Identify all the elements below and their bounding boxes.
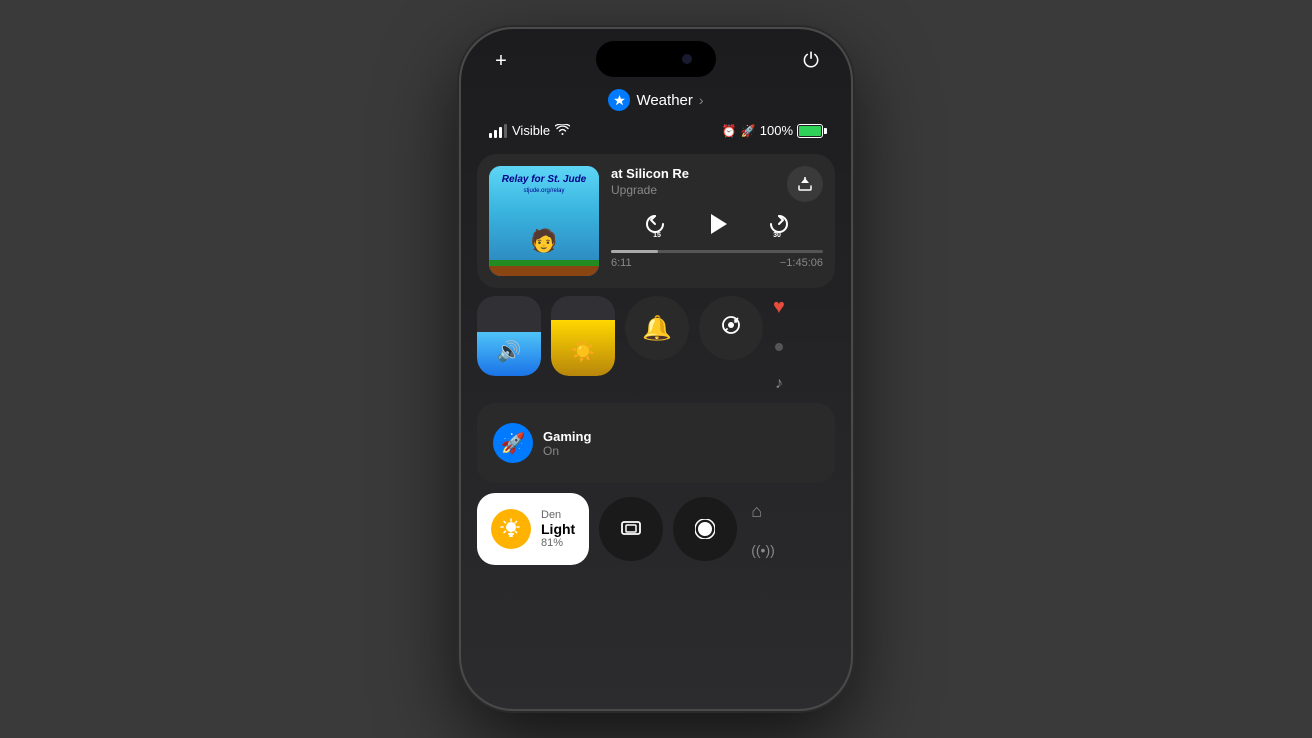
heart-button[interactable]: ♥ xyxy=(773,296,785,319)
light-icon xyxy=(491,509,531,549)
volume-icon: 🔊 xyxy=(497,339,522,364)
skip-forward-label: 30 xyxy=(773,232,781,239)
screen-record-button[interactable] xyxy=(673,497,737,561)
side-controls: ♥ ♪ xyxy=(773,296,785,393)
add-button[interactable]: + xyxy=(485,45,517,77)
gaming-text: Gaming On xyxy=(543,429,591,458)
podcast-episode-title: at Silicon Re xyxy=(611,166,689,181)
status-left: Visible xyxy=(489,123,570,138)
light-text: Den Light 81% xyxy=(541,509,575,549)
status-right: ⏰ 🚀 100% xyxy=(722,123,823,138)
phone-frame: + ⏻ Weather › xyxy=(461,29,851,709)
podcast-artwork: Relay for St. Jude stjude.org/relay 🧑 xyxy=(489,166,599,276)
power-button[interactable]: ⏻ xyxy=(795,45,827,77)
light-percent: 81% xyxy=(541,537,575,549)
silent-mode-button[interactable]: 🔔 xyxy=(625,296,689,360)
podcast-top: Relay for St. Jude stjude.org/relay 🧑 xyxy=(489,166,823,276)
podcast-controls: 15 30 xyxy=(611,202,823,246)
skip-forward-button[interactable]: 30 xyxy=(759,206,795,242)
podcast-info: at Silicon Re Upgrade xyxy=(611,166,823,269)
light-label: Light xyxy=(541,521,575,537)
screen-mirror-button[interactable] xyxy=(599,497,663,561)
alarm-icon: ⏰ xyxy=(722,124,737,138)
control-center: 🔊 ☀️ 🔔 xyxy=(477,296,835,565)
podcast-player[interactable]: Relay for St. Jude stjude.org/relay 🧑 xyxy=(477,154,835,288)
ground-green xyxy=(489,260,599,266)
volume-slider[interactable]: 🔊 xyxy=(477,296,541,376)
notification-bar[interactable]: Weather › xyxy=(461,85,851,119)
weather-label: Weather xyxy=(636,92,692,109)
progress-times: 6:11 −1:45:06 xyxy=(611,257,823,269)
elapsed-time: 6:11 xyxy=(611,257,632,269)
bolt-icon: 🚀 xyxy=(741,124,756,138)
home-icon[interactable]: ⌂ xyxy=(751,501,775,522)
dynamic-island xyxy=(596,41,716,77)
podcast-name: Upgrade xyxy=(611,183,689,197)
gaming-mode-button[interactable]: 🚀 Gaming On xyxy=(477,403,835,483)
signal-bar-4 xyxy=(504,124,507,138)
music-icon[interactable]: ♪ xyxy=(775,375,783,393)
signal-bar-3 xyxy=(499,127,502,138)
carrier-name: Visible xyxy=(512,123,550,138)
artwork-character: 🧑 xyxy=(530,228,557,254)
signal-bars xyxy=(489,124,507,138)
notification-chevron: › xyxy=(699,92,704,108)
weather-app-icon xyxy=(608,89,630,111)
progress-bar[interactable] xyxy=(611,250,823,253)
front-camera xyxy=(682,54,692,64)
artwork-title: Relay for St. Jude xyxy=(497,174,591,186)
gaming-icon: 🚀 xyxy=(493,423,533,463)
gaming-label: Gaming xyxy=(543,429,591,444)
signal-bar-2 xyxy=(494,130,497,138)
status-bar: Visible ⏰ 🚀 100% xyxy=(461,119,851,146)
orientation-icon xyxy=(720,314,742,342)
remaining-time: −1:45:06 xyxy=(780,257,823,269)
orientation-lock-button[interactable] xyxy=(699,296,763,360)
gaming-status: On xyxy=(543,444,591,458)
podcast-title-row: at Silicon Re Upgrade xyxy=(611,166,823,202)
progress-fill xyxy=(611,250,658,253)
wifi-icon xyxy=(555,123,570,138)
airplay-button[interactable] xyxy=(787,166,823,202)
signal-bar-1 xyxy=(489,133,492,138)
battery-indicator xyxy=(797,124,823,138)
skip-back-button[interactable]: 15 xyxy=(639,206,675,242)
light-button[interactable]: Den Light 81% xyxy=(477,493,589,565)
battery-fill xyxy=(799,126,821,136)
brightness-slider[interactable]: ☀️ xyxy=(551,296,615,376)
brightness-icon: ☀️ xyxy=(571,339,596,364)
signal-icon[interactable]: ((•)) xyxy=(751,542,775,558)
bell-icon: 🔔 xyxy=(642,314,672,343)
ground-brown xyxy=(489,266,599,276)
play-button[interactable] xyxy=(699,206,735,242)
light-location: Den xyxy=(541,509,575,521)
row-3: Den Light 81% xyxy=(477,493,835,565)
page-dot xyxy=(775,343,783,351)
artwork-url: stjude.org/relay xyxy=(497,188,591,194)
battery-percent: 100% xyxy=(760,123,793,138)
side-icons-2: ⌂ ((•)) xyxy=(751,501,775,558)
screen: + ⏻ Weather › xyxy=(461,29,851,709)
skip-back-label: 15 xyxy=(653,232,661,239)
